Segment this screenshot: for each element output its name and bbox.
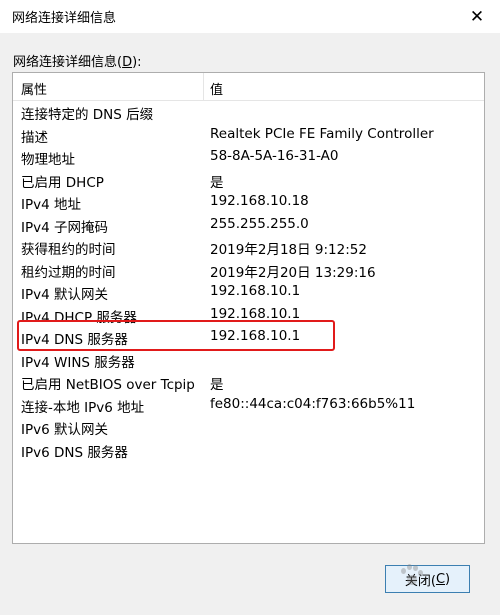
row-property: 物理地址 xyxy=(21,152,75,168)
table-row[interactable]: 已启用 NetBIOS over Tcpip 是 xyxy=(13,370,484,393)
header-property[interactable]: 属性 xyxy=(13,73,204,100)
row-property: 连接特定的 DNS 后缀 xyxy=(21,107,154,123)
row-property: IPv4 DHCP 服务器 xyxy=(21,309,137,326)
table-row[interactable]: IPv4 WINS 服务器 xyxy=(13,348,484,371)
header-property-label: 属性 xyxy=(21,83,48,98)
row-value: 58-8A-5A-16-31-A0 xyxy=(210,148,339,164)
row-value: 255.255.255.0 xyxy=(210,215,309,232)
row-property: 已启用 DHCP xyxy=(21,174,104,191)
table-row[interactable]: IPv4 DHCP 服务器 192.168.10.1 xyxy=(13,303,484,326)
row-property: IPv4 子网掩码 xyxy=(21,219,108,236)
row-property: IPv4 地址 xyxy=(21,197,81,213)
row-property: IPv4 DNS 服务器 xyxy=(21,332,128,348)
row-value: 192.168.10.1 xyxy=(210,283,301,299)
list-rows: 连接特定的 DNS 后缀 描述 Realtek PCIe FE Family Con… xyxy=(13,100,484,461)
table-row[interactable]: 租约过期的时间 2019年2月20日 13:29:16 xyxy=(13,258,484,281)
table-row[interactable]: 物理地址 58-8A-5A-16-31-A0 xyxy=(13,145,484,168)
row-value: 192.168.10.1 xyxy=(210,305,301,322)
table-row[interactable]: 连接特定的 DNS 后缀 xyxy=(13,100,484,123)
row-value: 2019年2月20日 13:29:16 xyxy=(210,264,376,281)
details-label: 网络连接详细信息(D): xyxy=(13,55,142,70)
table-row[interactable]: IPv4 子网掩码 255.255.255.0 xyxy=(13,213,484,236)
table-row[interactable]: 连接-本地 IPv6 地址 fe80::44ca:c04:f763:66b5%11 xyxy=(13,393,484,416)
table-row[interactable]: 描述 Realtek PCIe FE Family Controller xyxy=(13,123,484,146)
table-row[interactable]: IPv6 DNS 服务器 xyxy=(13,438,484,461)
row-property: 连接-本地 IPv6 地址 xyxy=(21,399,145,416)
table-row[interactable]: IPv4 默认网关 192.168.10.1 xyxy=(13,280,484,303)
row-value: 2019年2月18日 9:12:52 xyxy=(210,242,367,258)
row-value: Realtek PCIe FE Family Controller xyxy=(210,125,434,142)
row-property: IPv4 默认网关 xyxy=(21,287,108,303)
table-row[interactable]: IPv4 DNS 服务器 192.168.10.1 xyxy=(13,325,484,348)
list-header: 属性 值 xyxy=(13,73,484,101)
header-value-label: 值 xyxy=(210,83,224,98)
row-property: IPv6 DNS 服务器 xyxy=(21,444,128,461)
table-row[interactable]: IPv4 地址 192.168.10.18 xyxy=(13,190,484,213)
window-title: 网络连接详细信息 xyxy=(12,11,117,26)
row-property: 描述 xyxy=(21,129,48,146)
row-property: IPv4 WINS 服务器 xyxy=(21,354,135,371)
details-list[interactable]: 属性 值 连接特定的 DNS 后缀 描述 Realtek PCIe FE Famil… xyxy=(12,72,485,544)
row-property: 已启用 NetBIOS over Tcpip xyxy=(21,377,195,393)
table-row[interactable]: 已启用 DHCP 是 xyxy=(13,168,484,191)
row-value: fe80::44ca:c04:f763:66b5%11 xyxy=(210,395,416,412)
close-icon[interactable]: ✕ xyxy=(454,0,500,33)
table-row[interactable]: 获得租约的时间 2019年2月18日 9:12:52 xyxy=(13,235,484,258)
row-value: 192.168.10.1 xyxy=(210,328,301,344)
row-property: 获得租约的时间 xyxy=(21,242,116,258)
title-bar: 网络连接详细信息 ✕ xyxy=(0,0,500,33)
row-value: 是 xyxy=(210,174,224,191)
table-row[interactable]: IPv6 默认网关 xyxy=(13,415,484,438)
row-property: 租约过期的时间 xyxy=(21,264,116,281)
row-value: 192.168.10.18 xyxy=(210,193,309,209)
row-value: 是 xyxy=(210,377,224,393)
row-property: IPv6 默认网关 xyxy=(21,422,108,438)
close-button[interactable]: 关闭(C) xyxy=(385,565,470,593)
